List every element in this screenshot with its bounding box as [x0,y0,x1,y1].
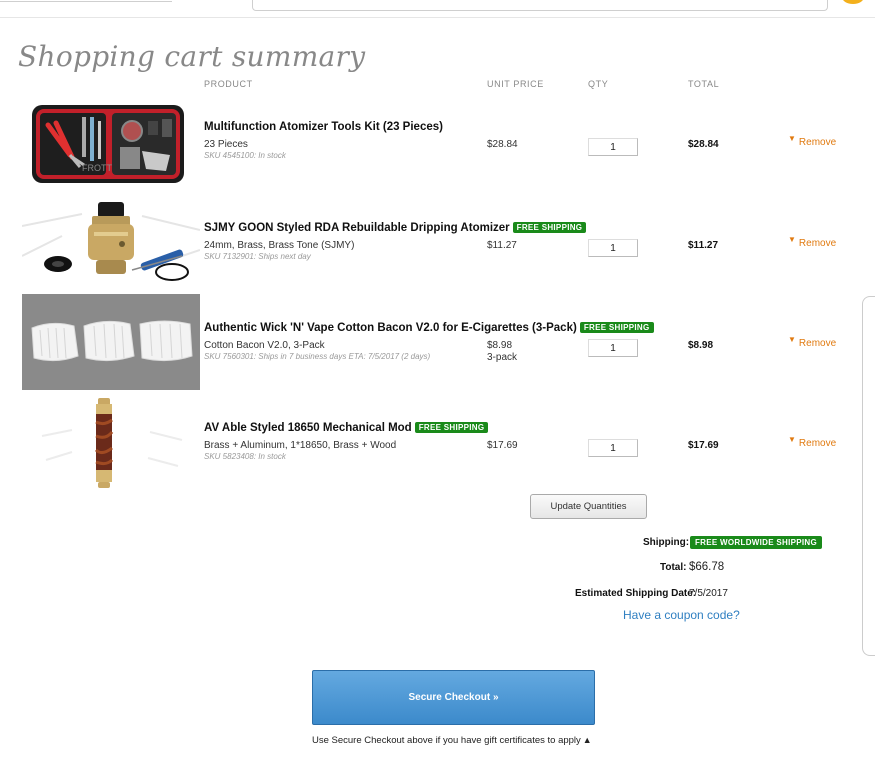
remove-button[interactable]: ▼ Remove [788,134,836,148]
free-shipping-badge: FREE SHIPPING [414,422,489,433]
secure-checkout-button[interactable]: Secure Checkout » [312,670,595,725]
product-name[interactable]: SJMY GOON Styled RDA Rebuildable Drippin… [204,222,587,234]
product-sku: SKU 7132901: Ships next day [204,252,311,261]
header-left-tab [0,0,172,2]
gift-certificate-note: Use Secure Checkout above if you have gi… [312,735,592,746]
product-sku: SKU 4545100: In stock [204,151,286,160]
row-total: $8.98 [688,340,714,351]
column-header-qty: QTY [588,79,609,89]
product-sku: SKU 5823408: In stock [204,452,286,461]
column-header-product: PRODUCT [204,79,253,89]
cart-item-row: AV Able Styled 18650 Mechanical Mod FREE … [0,396,875,492]
column-header-unit-price: UNIT PRICE [487,79,544,89]
cart-orb-icon[interactable] [842,0,864,4]
product-name[interactable]: Multifunction Atomizer Tools Kit (23 Pie… [204,121,443,133]
quantity-input[interactable] [588,138,638,156]
row-total: $17.69 [688,440,719,451]
remove-label[interactable]: Remove [799,438,836,449]
remove-label[interactable]: Remove [799,137,836,148]
free-shipping-badge: FREE SHIPPING [512,222,587,233]
product-name-text[interactable]: Multifunction Atomizer Tools Kit (23 Pie… [204,121,443,133]
caret-down-icon: ▼ [788,335,796,344]
product-name[interactable]: Authentic Wick 'N' Vape Cotton Bacon V2.… [204,322,654,334]
product-name-text[interactable]: SJMY GOON Styled RDA Rebuildable Drippin… [204,222,510,234]
product-name-text[interactable]: Authentic Wick 'N' Vape Cotton Bacon V2.… [204,322,577,334]
product-name-text[interactable]: AV Able Styled 18650 Mechanical Mod [204,422,412,434]
product-name[interactable]: AV Able Styled 18650 Mechanical Mod FREE … [204,422,489,434]
caret-down-icon: ▼ [788,235,796,244]
quantity-input[interactable] [588,339,638,357]
remove-button[interactable]: ▼ Remove [788,435,836,449]
remove-button[interactable]: ▼ Remove [788,335,836,349]
unit-price-note: 3-pack [487,352,518,363]
remove-button[interactable]: ▼ Remove [788,235,836,249]
search-box[interactable] [252,0,828,11]
product-variant: 23 Pieces [204,139,248,150]
product-image-mech-mod[interactable] [22,396,200,492]
unit-price-value: $11.27 [487,240,517,251]
top-header-bar [0,0,875,18]
product-sku: SKU 7560301: Ships in 7 business days ET… [204,352,431,361]
quantity-input[interactable] [588,439,638,457]
svg-text:FROTT: FROTT [82,163,112,173]
product-variant: Brass + Aluminum, 1*18650, Brass + Wood [204,440,397,451]
quantity-input[interactable] [588,239,638,257]
cart-item-row: FROTT Multifunction Atomizer Tools Kit (… [0,95,875,191]
product-image-rda-atomizer[interactable] [22,196,200,292]
unit-price-value: $28.84 [487,139,518,150]
caret-down-icon: ▼ [788,435,796,444]
cart-item-row: SJMY GOON Styled RDA Rebuildable Drippin… [0,196,875,292]
cart-item-row: Authentic Wick 'N' Vape Cotton Bacon V2.… [0,294,875,392]
coupon-code-link[interactable]: Have a coupon code? [623,608,740,622]
product-variant: Cotton Bacon V2.0, 3-Pack [204,340,325,351]
unit-price-value: $17.69 [487,440,518,451]
total-label: Total: [660,562,687,573]
unit-price: $8.98 3-pack [487,340,517,364]
caret-down-icon: ▼ [788,134,796,143]
update-quantities-button[interactable]: Update Quantities [530,494,647,519]
total-value: $66.78 [689,561,725,573]
unit-price: $17.69 [487,440,518,452]
unit-price: $28.84 [487,139,518,151]
remove-label[interactable]: Remove [799,338,836,349]
product-image-cotton-bacon[interactable] [22,294,200,390]
column-header-total: TOTAL [688,79,720,89]
shipping-label: Shipping: [643,537,690,548]
triangle-up-icon: ▲ [582,735,592,745]
estimated-shipping-label: Estimated Shipping Date: [575,588,697,599]
estimated-shipping-date: 7/5/2017 [689,588,728,599]
product-image-tool-kit[interactable]: FROTT [22,95,200,191]
free-worldwide-shipping-badge: FREE WORLDWIDE SHIPPING [690,536,823,549]
row-total: $28.84 [688,139,719,150]
page-title: Shopping cart summary [18,40,366,73]
product-variant: 24mm, Brass, Brass Tone (SJMY) [204,240,355,251]
unit-price-value: $8.98 [487,340,513,351]
free-shipping-badge: FREE SHIPPING [579,322,654,333]
row-total: $11.27 [688,240,719,251]
gift-note-text: Use Secure Checkout above if you have gi… [312,735,581,746]
remove-label[interactable]: Remove [799,238,836,249]
unit-price: $11.27 [487,240,517,252]
